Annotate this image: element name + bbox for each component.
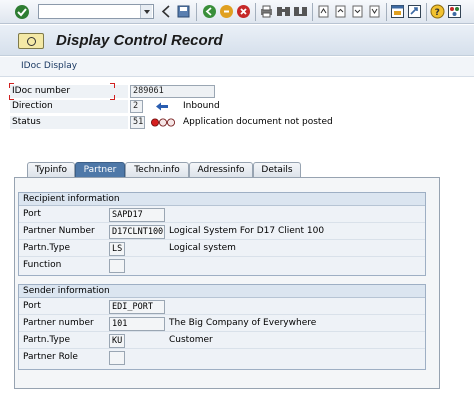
field-description: Customer [169, 335, 213, 345]
group-title: Sender information [19, 285, 425, 298]
svg-text:?: ? [435, 8, 440, 18]
recipient-information-group: Recipient information Port SAPD17 Partne… [18, 192, 426, 276]
help-icon[interactable]: ? [430, 4, 445, 19]
field-label: Partner Role [23, 352, 78, 362]
layout-icon[interactable] [447, 4, 462, 19]
tab-partner[interactable]: Partner [75, 162, 125, 177]
field-label: Function [23, 260, 62, 270]
chevron-down-icon[interactable] [140, 5, 152, 18]
print-icon[interactable] [259, 4, 274, 19]
field-label: Port [23, 209, 41, 219]
idoc-number-field[interactable]: 289061 [130, 85, 215, 98]
tab-details[interactable]: Details [253, 162, 301, 177]
field-label: Partner Number [23, 226, 95, 236]
display-glasses-icon[interactable] [18, 33, 44, 49]
cancel-icon[interactable] [219, 4, 234, 19]
direction-field[interactable]: 2 [130, 100, 143, 113]
first-page-icon[interactable] [316, 4, 331, 19]
exit-icon[interactable] [202, 4, 217, 19]
sender-partner-number-row: Partner number 101 The Big Company of Ev… [19, 315, 425, 332]
page-title: Display Control Record [56, 32, 223, 49]
back-icon[interactable] [159, 4, 174, 19]
sender-partner-role-field[interactable] [109, 351, 125, 365]
recipient-port-field[interactable]: SAPD17 [109, 208, 165, 222]
required-marker [9, 83, 14, 88]
toolbar-separator [255, 3, 256, 21]
field-label: Partner number [23, 318, 94, 328]
idoc-display-button[interactable]: IDoc Display [21, 61, 77, 71]
field-description: Logical System For D17 Client 100 [169, 226, 325, 236]
toolbar-separator [196, 3, 197, 21]
check-icon[interactable] [14, 4, 30, 20]
sender-port-field[interactable]: EDI_PORT [109, 300, 165, 314]
status-text: Application document not posted [183, 117, 333, 127]
required-marker [110, 83, 115, 88]
recipient-partner-number-row: Partner Number D17CLNT100 Logical System… [19, 223, 425, 240]
inbound-arrow-icon [156, 102, 168, 111]
find-next-icon[interactable] [293, 4, 308, 19]
prev-page-icon[interactable] [333, 4, 348, 19]
toolbar-separator [426, 3, 427, 21]
field-label: Partn.Type [23, 243, 71, 253]
direction-label: Direction [10, 100, 128, 113]
recipient-function-row: Function [19, 257, 425, 274]
create-session-icon[interactable] [390, 4, 405, 19]
tab-techn-info[interactable]: Techn.info [125, 162, 189, 177]
recipient-function-field[interactable] [109, 259, 125, 273]
sender-partner-number-field[interactable]: 101 [109, 317, 165, 331]
tab-adressinfo[interactable]: Adressinfo [189, 162, 253, 177]
find-icon[interactable] [276, 4, 291, 19]
last-page-icon[interactable] [367, 4, 382, 19]
sender-partn-type-row: Partn.Type KU Customer [19, 332, 425, 349]
group-title: Recipient information [19, 193, 425, 206]
save-icon[interactable] [176, 4, 191, 19]
recipient-partn-type-row: Partn.Type LS Logical system [19, 240, 425, 257]
shortcut-icon[interactable] [407, 4, 422, 19]
status-field[interactable]: 51 [130, 116, 145, 129]
status-traffic-light-icon [151, 118, 175, 127]
sender-partn-type-field[interactable]: KU [109, 334, 125, 348]
toolbar-separator [312, 3, 313, 21]
field-description: The Big Company of Everywhere [169, 318, 317, 328]
title-bar: Display Control Record [0, 25, 474, 56]
status-label: Status [10, 116, 128, 129]
sender-port-row: Port EDI_PORT [19, 298, 425, 315]
recipient-partner-number-field[interactable]: D17CLNT100 [109, 225, 165, 239]
application-toolbar: IDoc Display [0, 57, 474, 77]
next-page-icon[interactable] [350, 4, 365, 19]
system-toolbar: ? [0, 0, 474, 24]
recipient-port-row: Port SAPD17 [19, 206, 425, 223]
field-label: Partn.Type [23, 335, 71, 345]
toolbar-separator [386, 3, 387, 21]
sender-partner-role-row: Partner Role [19, 349, 425, 366]
sender-information-group: Sender information Port EDI_PORT Partner… [18, 284, 426, 370]
stop-icon[interactable] [236, 4, 251, 19]
tab-typinfo[interactable]: Typinfo [27, 162, 75, 177]
direction-text: Inbound [183, 101, 220, 111]
field-label: Port [23, 301, 41, 311]
command-field[interactable] [38, 4, 154, 19]
recipient-partn-type-field[interactable]: LS [109, 242, 125, 256]
field-description: Logical system [169, 243, 236, 253]
